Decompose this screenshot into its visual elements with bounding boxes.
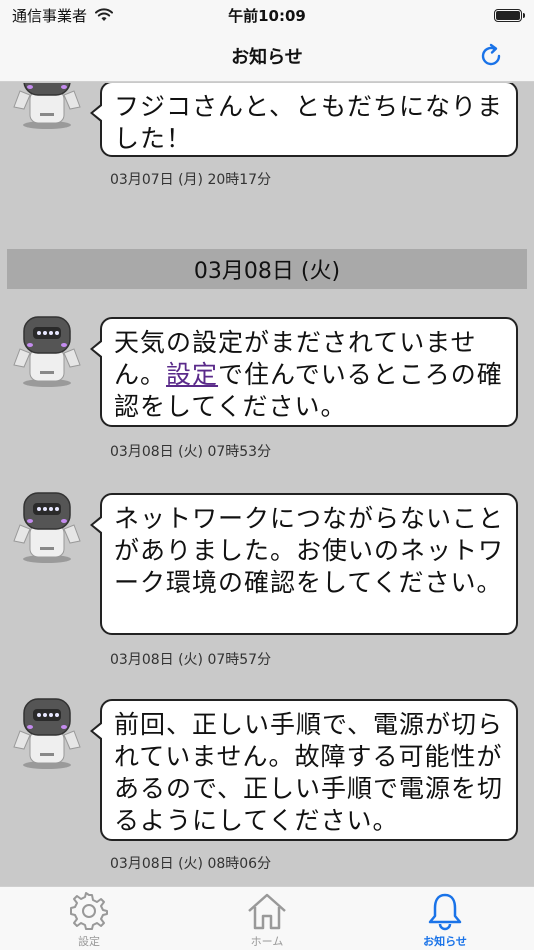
message-timestamp: 03月07日 (月) 20時17分 <box>110 172 272 188</box>
tab-notifications-label: お知らせ <box>423 935 467 948</box>
message-bubble: 前回、正しい手順で、電源が切られていません。故障する可能性があるので、正しい手順… <box>90 699 518 841</box>
message-timestamp: 03月08日 (火) 07時57分 <box>110 652 272 668</box>
message-timestamp: 03月08日 (火) 07時53分 <box>110 444 272 460</box>
date-header-label: 03月08日 (火) <box>193 259 341 284</box>
wifi-icon <box>95 8 114 21</box>
robot-avatar-icon <box>13 492 81 563</box>
tab-settings[interactable]: 設定 <box>0 887 178 950</box>
message-text: フジコさんと、ともだちになりました！ <box>114 92 504 153</box>
carrier-label: 通信事業者 <box>12 6 88 25</box>
tab-home-label: ホーム <box>250 935 284 948</box>
tab-notifications[interactable]: お知らせ <box>356 887 534 950</box>
refresh-button[interactable] <box>474 39 508 73</box>
home-icon <box>248 893 286 930</box>
nav-bar: お知らせ <box>0 30 534 82</box>
message-text: ネットワークにつながらないことがありました。お使いのネットワーク環境の確認をして… <box>114 504 505 597</box>
settings-link[interactable]: 設定 <box>166 360 218 389</box>
robot-avatar-icon <box>13 316 81 387</box>
bell-icon <box>428 893 462 931</box>
message-timestamp: 03月08日 (火) 08時06分 <box>110 856 272 872</box>
gear-icon <box>70 892 108 930</box>
battery-icon <box>494 8 525 22</box>
message-bubble: フジコさんと、ともだちになりました！ <box>90 83 518 157</box>
tab-home[interactable]: ホーム <box>178 887 356 950</box>
status-left: 通信事業者 <box>12 5 114 26</box>
tab-settings-label: 設定 <box>78 935 100 948</box>
notification-list[interactable]: フジコさんと、ともだちになりました！ 03月07日 (月) 20時17分 03月… <box>0 83 534 885</box>
tab-bar: 設定 ホーム お知らせ <box>0 886 534 950</box>
refresh-icon <box>481 43 501 66</box>
robot-avatar-icon <box>13 698 81 769</box>
message-text: 前回、正しい手順で、電源が切られていません。故障する可能性があるので、正しい手順… <box>114 710 504 835</box>
message-bubble: 天気の設定がまだされていません。設定で住んでいるところの確認をしてください。 <box>90 317 518 427</box>
message-bubble: ネットワークにつながらないことがありました。お使いのネットワーク環境の確認をして… <box>90 493 518 635</box>
date-header: 03月08日 (火) <box>7 249 527 289</box>
robot-avatar-icon <box>13 83 81 129</box>
status-bar: 通信事業者 午前10:09 <box>0 0 534 30</box>
page-title: お知らせ <box>231 46 303 68</box>
